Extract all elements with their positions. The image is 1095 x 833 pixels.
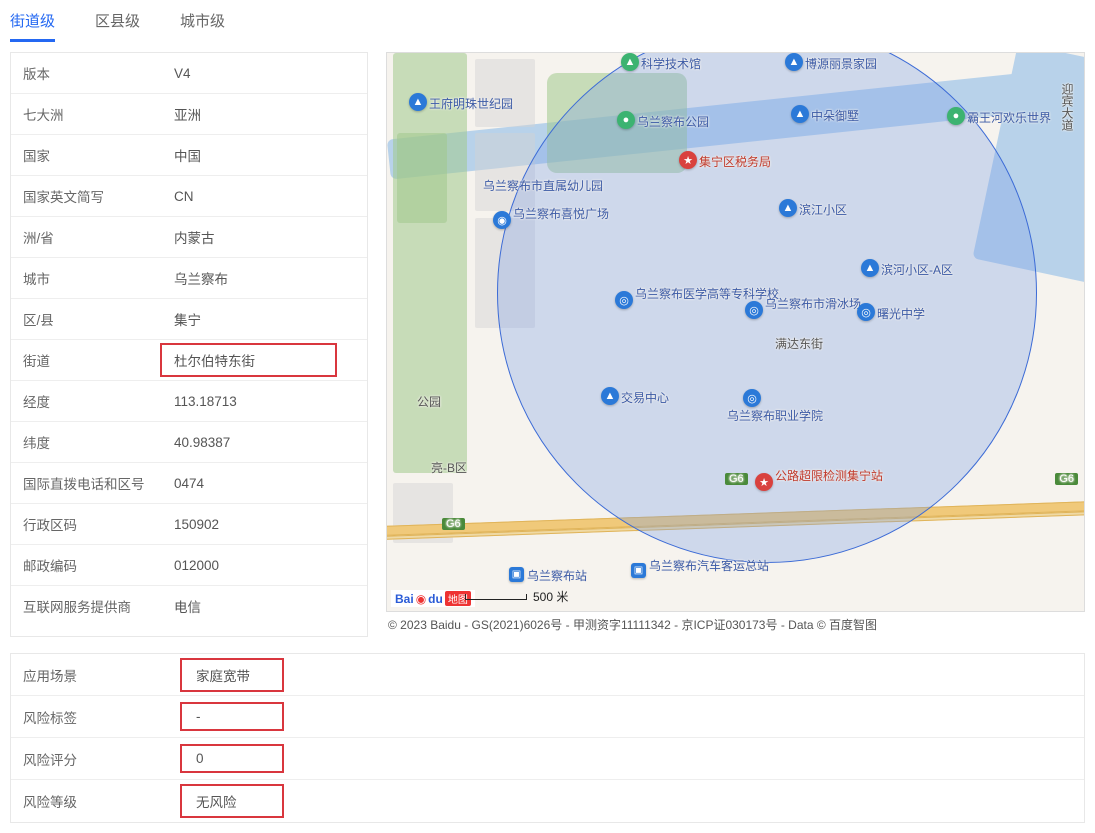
marker-bingchang-icon[interactable]: ◎ <box>745 301 763 319</box>
poi-shuguang: 曙光中学 <box>877 305 925 322</box>
label-version: 版本 <box>11 53 166 93</box>
value-zip: 012000 <box>166 548 367 583</box>
value-continent: 亚洲 <box>166 94 367 134</box>
marker-bawang-icon[interactable]: ● <box>947 107 965 125</box>
baidu-logo: Bai◉du地图 <box>391 590 475 607</box>
tab-city[interactable]: 城市级 <box>180 10 225 42</box>
marker-jiaoyi-icon[interactable]: ▲ <box>601 387 619 405</box>
label-continent: 七大洲 <box>11 94 166 134</box>
label-risk-level: 风险等级 <box>11 781 184 821</box>
map-scale: 500 米 <box>465 588 568 605</box>
marker-boyuan-icon[interactable]: ▲ <box>785 53 803 71</box>
poi-yixue: 乌兰察布医学高等专科学校 <box>635 285 779 302</box>
poi-jiaoyi: 交易中心 <box>621 389 669 406</box>
poi-boyuan: 博源丽景家园 <box>805 55 877 72</box>
road-g6-b: G6 <box>725 473 748 485</box>
label-county: 区/县 <box>11 299 166 339</box>
poi-xiyue: 乌兰察布喜悦广场 <box>513 205 609 222</box>
marker-wulanpark-icon[interactable]: ● <box>617 111 635 129</box>
marker-wangfu-icon[interactable]: ▲ <box>409 93 427 111</box>
label-country: 国家 <box>11 135 166 175</box>
value-risk-level: 无风险 <box>184 781 1084 821</box>
marker-zhiye-icon[interactable]: ◎ <box>743 389 761 407</box>
map-credit: © 2023 Baidu - GS(2021)6026号 - 甲测资字11111… <box>386 612 1085 637</box>
value-risk-score: 0 <box>184 741 1084 776</box>
marker-keyun-icon[interactable]: ▣ <box>631 563 646 578</box>
value-city: 乌兰察布 <box>166 258 367 298</box>
marker-kexue-icon[interactable]: ▲ <box>621 53 639 71</box>
label-risk-score: 风险评分 <box>11 739 184 779</box>
tab-street[interactable]: 街道级 <box>10 10 55 42</box>
value-province: 内蒙古 <box>166 217 367 257</box>
label-province: 洲/省 <box>11 217 166 257</box>
label-admin: 行政区码 <box>11 504 166 544</box>
road-g6-c: G6 <box>1055 473 1078 485</box>
poi-bingchang: 乌兰察布市滑冰场 <box>765 295 861 312</box>
poi-gonglu: 公路超限检测集宁站 <box>775 467 883 484</box>
road-yingbin: 迎宾大道 <box>1059 83 1076 131</box>
value-isp: 电信 <box>166 586 367 626</box>
poi-buzhan: 乌兰察布站 <box>527 567 587 584</box>
road-g6-a: G6 <box>442 518 465 530</box>
value-lat: 40.98387 <box>166 425 367 460</box>
value-scene: 家庭宽带 <box>184 655 1084 695</box>
value-risk-tag: - <box>184 699 1084 734</box>
value-street: 杜尔伯特东街 <box>166 340 367 380</box>
tab-district[interactable]: 区县级 <box>95 10 140 42</box>
value-county: 集宁 <box>166 299 367 339</box>
poi-youeryuan: 乌兰察布市直属幼儿园 <box>483 177 603 194</box>
poi-bawang: 霸王河欢乐世界 <box>967 109 1051 126</box>
value-version: V4 <box>166 56 367 91</box>
poi-keyun: 乌兰察布汽车客运总站 <box>649 557 769 574</box>
marker-tax-icon[interactable]: ★ <box>679 151 697 169</box>
label-lng: 经度 <box>11 381 166 421</box>
marker-yixue-icon[interactable]: ◎ <box>615 291 633 309</box>
poi-gongyuan-w: 公园 <box>417 393 441 410</box>
label-lat: 纬度 <box>11 422 166 462</box>
label-risk-tag: 风险标签 <box>11 697 184 737</box>
label-city: 城市 <box>11 258 166 298</box>
label-zip: 邮政编码 <box>11 545 166 585</box>
poi-liangb: 亮-B区 <box>431 459 467 476</box>
info-table: 版本V4 七大洲亚洲 国家中国 国家英文简写CN 洲/省内蒙古 城市乌兰察布 区… <box>10 52 368 637</box>
value-lng: 113.18713 <box>166 384 367 419</box>
label-phone: 国际直拨电话和区号 <box>11 463 166 503</box>
baidu-map[interactable]: 满达东街 G6 G6 G6 迎宾大道 ▲ 科学技术馆 ▲ 博源丽景家园 ▲ 王府… <box>386 52 1085 612</box>
label-country-en: 国家英文简写 <box>11 176 166 216</box>
marker-gonglu-icon[interactable]: ★ <box>755 473 773 491</box>
label-street: 街道 <box>11 340 166 380</box>
value-phone: 0474 <box>166 466 367 501</box>
label-isp: 互联网服务提供商 <box>11 586 166 626</box>
value-country-en: CN <box>166 179 367 214</box>
poi-tax: 集宁区税务局 <box>699 153 771 170</box>
marker-zhongduo-icon[interactable]: ▲ <box>791 105 809 123</box>
poi-zhiye: 乌兰察布职业学院 <box>727 407 823 424</box>
poi-zhongduo: 中朵御墅 <box>811 107 859 124</box>
risk-table: 应用场景家庭宽带 风险标签- 风险评分0 风险等级无风险 <box>10 653 1085 823</box>
poi-wangfu: 王府明珠世纪园 <box>429 95 513 112</box>
poi-binjiang: 滨江小区 <box>799 201 847 218</box>
marker-binjiang-icon[interactable]: ▲ <box>779 199 797 217</box>
marker-xiyue-icon[interactable]: ◉ <box>493 211 511 229</box>
poi-wulanpark: 乌兰察布公园 <box>637 113 709 130</box>
marker-binhea-icon[interactable]: ▲ <box>861 259 879 277</box>
marker-shuguang-icon[interactable]: ◎ <box>857 303 875 321</box>
value-country: 中国 <box>166 135 367 175</box>
level-tabs: 街道级 区县级 城市级 <box>0 0 1095 42</box>
road-manda: 满达东街 <box>775 335 823 352</box>
poi-binhea: 滨河小区-A区 <box>881 261 953 278</box>
label-scene: 应用场景 <box>11 655 184 695</box>
marker-buzhan-icon[interactable]: ▣ <box>509 567 524 582</box>
value-admin: 150902 <box>166 507 367 542</box>
poi-kexue: 科学技术馆 <box>641 55 701 72</box>
